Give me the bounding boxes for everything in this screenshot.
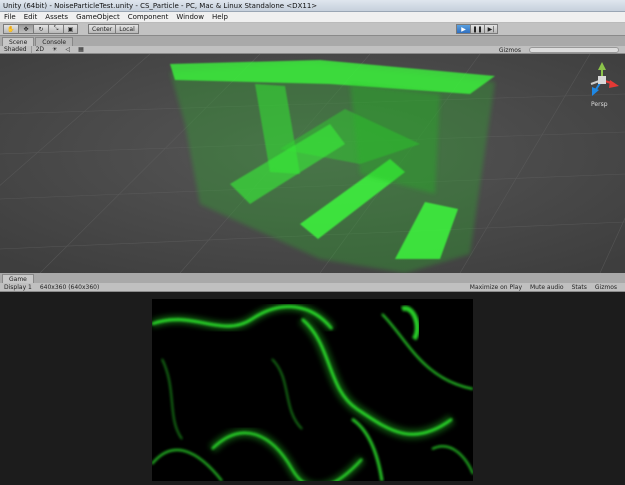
lighting-toggle-icon[interactable]: ☀ (48, 46, 61, 53)
gizmo-persp-label[interactable]: Persp (591, 101, 608, 108)
main-toolbar: ✋ ✥ ↻ ⤡ ▣ Center Local ▶ ❚❚ ▶| (0, 23, 625, 36)
scene-view[interactable]: Persp (0, 54, 625, 273)
scene-right-controls: Gizmos (495, 46, 619, 54)
pivot-toggles: Center Local (88, 24, 139, 34)
display-dropdown[interactable]: Display 1 (0, 284, 36, 291)
menu-file[interactable]: File (0, 13, 20, 21)
menu-edit[interactable]: Edit (20, 13, 42, 21)
game-render-output[interactable] (152, 299, 473, 481)
menu-window[interactable]: Window (172, 13, 208, 21)
game-tab-strip: Game (0, 273, 625, 283)
title-bar: Unity (64bit) - NoiseParticleTest.unity … (0, 0, 625, 12)
pause-button-icon[interactable]: ❚❚ (470, 24, 484, 34)
tab-game[interactable]: Game (2, 274, 34, 283)
tab-game-label: Game (9, 275, 27, 283)
center-label: Center (92, 25, 113, 33)
scene-control-bar: Shaded 2D ☀ ◁ ▦ Gizmos (0, 46, 625, 54)
tab-console[interactable]: Console (35, 37, 74, 46)
scene-search-input[interactable] (529, 47, 619, 53)
play-controls: ▶ ❚❚ ▶| (456, 24, 498, 34)
move-tool-icon[interactable]: ✥ (18, 24, 33, 34)
menu-bar: File Edit Assets GameObject Component Wi… (0, 12, 625, 23)
tab-scene[interactable]: Scene (2, 37, 35, 46)
stats-toggle[interactable]: Stats (568, 284, 591, 291)
resolution-dropdown[interactable]: 640x360 (640x360) (36, 284, 104, 291)
local-label: Local (119, 25, 135, 33)
scene-gizmos-dropdown[interactable]: Gizmos (495, 47, 525, 54)
tab-scene-label: Scene (9, 38, 28, 46)
game-control-bar: Display 1 640x360 (640x360) Maximize on … (0, 283, 625, 292)
pivot-center-button[interactable]: Center (88, 24, 116, 34)
menu-gameobject[interactable]: GameObject (72, 13, 124, 21)
mute-audio-toggle[interactable]: Mute audio (526, 284, 568, 291)
hand-tool-icon[interactable]: ✋ (3, 24, 18, 34)
effects-toggle-icon[interactable]: ▦ (74, 46, 88, 53)
game-view-panel (0, 292, 625, 485)
window-title: Unity (64bit) - NoiseParticleTest.unity … (3, 1, 318, 10)
transform-tools: ✋ ✥ ↻ ⤡ ▣ (3, 24, 78, 34)
pivot-local-button[interactable]: Local (115, 24, 139, 34)
step-button-icon[interactable]: ▶| (484, 24, 498, 34)
rect-tool-icon[interactable]: ▣ (63, 24, 78, 34)
scene-tab-strip: Scene Console (0, 36, 625, 46)
maximize-on-play-toggle[interactable]: Maximize on Play (466, 284, 526, 291)
mode-2d-toggle[interactable]: 2D (32, 46, 48, 53)
game-right-controls: Maximize on Play Mute audio Stats Gizmos (466, 283, 621, 292)
scene-canvas: Persp (0, 54, 625, 273)
game-gizmos-dropdown[interactable]: Gizmos (591, 284, 621, 291)
audio-toggle-icon[interactable]: ◁ (61, 46, 74, 53)
tab-console-label: Console (42, 38, 67, 46)
shading-mode-dropdown[interactable]: Shaded (0, 46, 32, 53)
menu-component[interactable]: Component (124, 13, 173, 21)
game-canvas (152, 299, 473, 481)
scale-tool-icon[interactable]: ⤡ (48, 24, 63, 34)
play-button-icon[interactable]: ▶ (456, 24, 470, 34)
menu-assets[interactable]: Assets (41, 13, 72, 21)
rotate-tool-icon[interactable]: ↻ (33, 24, 48, 34)
menu-help[interactable]: Help (208, 13, 232, 21)
